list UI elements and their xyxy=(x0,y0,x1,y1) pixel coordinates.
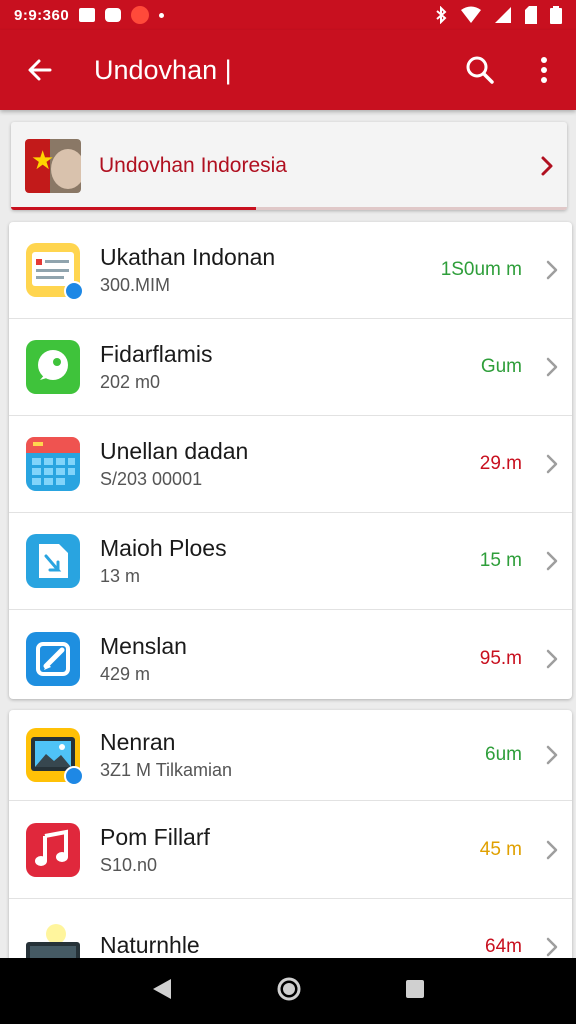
item-detail: S/203 00001 xyxy=(100,469,203,489)
chevron-right-icon xyxy=(532,357,572,377)
item-value: Gum xyxy=(480,356,522,377)
item-name: Maioh Ploes xyxy=(100,535,227,561)
calendar-grid-icon xyxy=(26,437,80,491)
item-detail: 202 m0 xyxy=(100,372,161,392)
item-detail: 429 m xyxy=(100,663,151,684)
app-bar: Undovhan | xyxy=(0,30,576,110)
item-name: Ukathan Indonan xyxy=(100,244,276,270)
item-value: 95.m xyxy=(479,647,522,669)
wifi-icon xyxy=(460,6,482,24)
item-value: 64m xyxy=(485,936,522,957)
item-detail: S10.n0 xyxy=(100,854,158,875)
bluetooth-icon xyxy=(434,6,448,24)
item-detail: 300.MIM xyxy=(100,275,171,295)
square-recents-icon xyxy=(405,979,424,998)
progress-bar xyxy=(11,207,567,210)
notification-icon xyxy=(79,8,96,22)
item-value: 45 m xyxy=(479,838,522,860)
item-name: Nenran xyxy=(100,729,176,755)
circle-home-icon xyxy=(277,977,301,1000)
music-note-icon xyxy=(26,822,80,877)
chevron-right-icon xyxy=(532,649,572,669)
item-value: 15 m xyxy=(479,550,522,571)
nav-recents-button[interactable] xyxy=(405,979,425,1004)
notification-icon xyxy=(105,8,122,22)
item-value: 29.m xyxy=(479,453,522,474)
chevron-right-icon xyxy=(527,155,567,177)
chevron-right-icon xyxy=(532,840,572,860)
status-bar: 9:9:360 xyxy=(0,0,576,30)
back-button[interactable] xyxy=(0,30,80,110)
signal-icon xyxy=(494,6,512,24)
item-value: 1S0um m xyxy=(440,259,522,280)
sd-card-icon xyxy=(524,6,538,24)
list-item[interactable]: Maioh Ploes 13 m 15 m xyxy=(9,513,572,610)
nav-back-button[interactable] xyxy=(151,977,173,1006)
chevron-right-icon xyxy=(532,260,572,280)
system-nav-bar xyxy=(0,958,576,1024)
item-name: Menslan xyxy=(100,632,187,659)
chat-bubble-icon xyxy=(26,340,80,394)
document-arrow-icon xyxy=(26,534,80,588)
notification-app-icon xyxy=(131,6,150,24)
list-item[interactable]: Fidarflamis 202 m0 Gum xyxy=(9,319,572,416)
banner-title: Undovhan Indoresia xyxy=(99,154,287,177)
more-vert-icon xyxy=(541,57,547,83)
list-item[interactable]: Unellan dadan S/203 00001 29.m xyxy=(9,416,572,513)
chevron-right-icon xyxy=(532,454,572,474)
star-icon: ★ xyxy=(31,145,55,175)
triangle-back-icon xyxy=(153,978,172,999)
app-list-card: Ukathan Indonan 300.MIM 1S0um m Fidarfla… xyxy=(9,222,572,699)
chevron-right-icon xyxy=(532,551,572,571)
photo-gallery-icon xyxy=(26,728,84,786)
flag-thumbnail: ★ xyxy=(25,139,81,193)
list-item[interactable]: Ukathan Indonan 300.MIM 1S0um m xyxy=(9,222,572,319)
more-notifications-icon xyxy=(159,12,165,18)
search-button[interactable] xyxy=(448,30,512,110)
item-name: Fidarflamis xyxy=(100,341,213,367)
item-detail: 13 m xyxy=(100,566,141,586)
edit-pencil-icon xyxy=(26,631,80,686)
featured-banner[interactable]: ★ Undovhan Indoresia xyxy=(11,122,567,210)
item-name: Unellan dadan xyxy=(100,438,249,464)
chevron-right-icon xyxy=(532,937,572,957)
list-item[interactable]: Pom Fillarf S10.n0 45 m xyxy=(9,801,572,899)
chevron-right-icon xyxy=(532,745,572,765)
app-list-card: Nenran 3Z1 M Tilkamian 6um Pom Fillarf S… xyxy=(9,710,572,970)
status-time: 9:9:360 xyxy=(14,6,70,24)
nav-home-button[interactable] xyxy=(276,976,302,1007)
page-title: Undovhan | xyxy=(94,54,232,85)
form-document-icon xyxy=(26,243,84,301)
list-item[interactable]: Menslan 429 m 95.m xyxy=(9,610,572,699)
item-detail: 3Z1 M Tilkamian xyxy=(100,760,233,780)
item-value: 6um xyxy=(485,744,522,765)
overflow-menu-button[interactable] xyxy=(512,30,576,110)
list-item[interactable]: Nenran 3Z1 M Tilkamian 6um xyxy=(9,710,572,801)
battery-icon xyxy=(550,6,562,24)
search-icon xyxy=(466,56,494,84)
item-name: Pom Fillarf xyxy=(100,823,210,850)
item-name: Naturnhle xyxy=(100,931,200,958)
arrow-back-icon xyxy=(28,59,52,81)
